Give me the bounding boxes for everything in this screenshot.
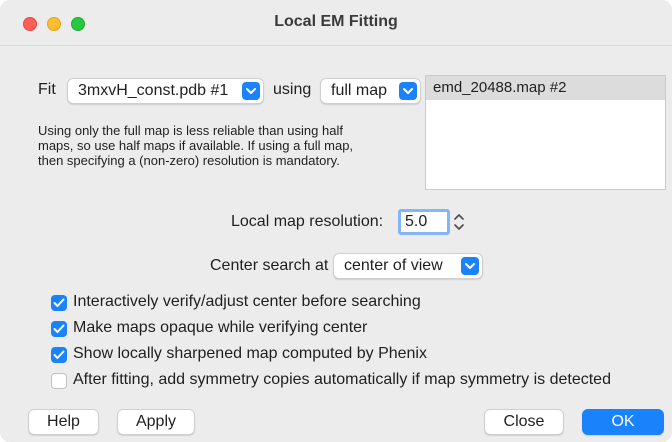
map-mode-select-value: full map bbox=[331, 82, 388, 99]
option-label: After fitting, add symmetry copies autom… bbox=[73, 371, 611, 388]
title-bar: Local EM Fitting bbox=[0, 0, 672, 46]
window-title: Local EM Fitting bbox=[274, 13, 398, 30]
map-mode-select[interactable]: full map bbox=[320, 78, 421, 104]
close-button[interactable]: Close bbox=[484, 409, 564, 435]
option-label: Interactively verify/adjust center befor… bbox=[73, 293, 421, 310]
center-search-select[interactable]: center of view bbox=[333, 253, 483, 279]
apply-button[interactable]: Apply bbox=[117, 409, 195, 435]
ok-button[interactable]: OK bbox=[582, 409, 664, 435]
center-search-label: Center search at bbox=[210, 257, 329, 274]
option-label: Show locally sharpened map computed by P… bbox=[73, 345, 427, 362]
chevron-down-icon bbox=[399, 82, 417, 100]
map-list[interactable]: emd_20488.map #2 bbox=[425, 75, 666, 190]
resolution-input[interactable]: 5.0 bbox=[398, 209, 450, 235]
chevron-down-icon bbox=[242, 82, 260, 100]
dialog-window: Local EM Fitting Fit 3mxvH_const.pdb #1 … bbox=[0, 0, 672, 442]
option-label: Make maps opaque while verifying center bbox=[73, 319, 368, 336]
half-map-note: Using only the full map is less reliable… bbox=[38, 123, 354, 168]
map-list-item[interactable]: emd_20488.map #2 bbox=[426, 76, 665, 100]
using-label: using bbox=[273, 81, 312, 98]
checkbox-checked-icon[interactable] bbox=[51, 295, 67, 311]
checkbox-checked-icon[interactable] bbox=[51, 321, 67, 337]
model-select-value: 3mxvH_const.pdb #1 bbox=[78, 82, 229, 99]
resolution-label: Local map resolution: bbox=[231, 213, 384, 230]
model-select[interactable]: 3mxvH_const.pdb #1 bbox=[67, 78, 264, 104]
center-search-select-value: center of view bbox=[344, 257, 443, 274]
chevron-down-icon bbox=[461, 257, 479, 275]
help-button[interactable]: Help bbox=[28, 409, 99, 435]
stepper-icon[interactable] bbox=[453, 211, 465, 233]
checkbox-unchecked-icon[interactable] bbox=[51, 373, 67, 389]
checkbox-checked-icon[interactable] bbox=[51, 347, 67, 363]
fit-label: Fit bbox=[38, 81, 56, 98]
